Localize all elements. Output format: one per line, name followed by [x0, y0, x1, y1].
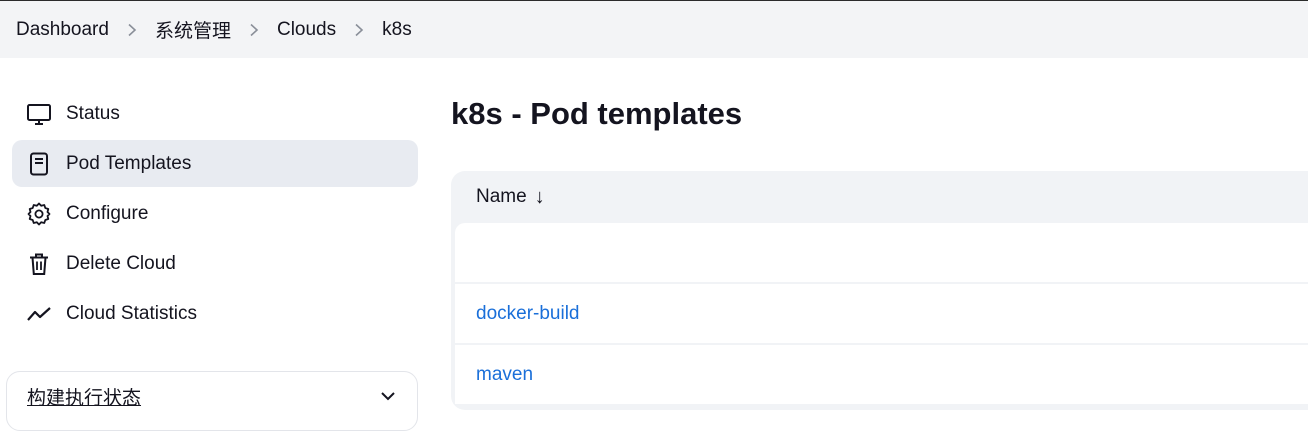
- gear-icon: [26, 201, 52, 227]
- monitor-icon: [26, 101, 52, 127]
- name-column-header[interactable]: Name ↓: [455, 171, 1308, 223]
- sidebar-item-label: Delete Cloud: [66, 252, 176, 274]
- breadcrumb-k8s[interactable]: k8s: [382, 19, 412, 41]
- sidebar-item-delete-cloud[interactable]: Delete Cloud: [12, 240, 418, 287]
- chevron-right-icon: [109, 23, 155, 37]
- breadcrumb-bar: Dashboard 系统管理 Clouds k8s: [0, 0, 1308, 58]
- table-row: docker-build: [455, 284, 1308, 343]
- breadcrumb-system-management[interactable]: 系统管理: [155, 16, 231, 43]
- main-content: k8s - Pod templates Name ↓ docker-build …: [451, 90, 1308, 410]
- sidebar-item-label: Cloud Statistics: [66, 302, 197, 324]
- build-executor-status-link[interactable]: 构建执行状态: [27, 383, 141, 410]
- chevron-down-icon[interactable]: [379, 387, 397, 405]
- sidebar-item-cloud-statistics[interactable]: Cloud Statistics: [12, 290, 418, 337]
- trash-icon: [26, 251, 52, 277]
- page-title: k8s - Pod templates: [451, 96, 743, 131]
- sidebar: Status Pod Templates Configure Delete Cl…: [12, 90, 418, 340]
- pod-template-link[interactable]: docker-build: [476, 303, 580, 325]
- pod-template-link[interactable]: maven: [476, 364, 533, 386]
- sidebar-item-label: Status: [66, 102, 120, 124]
- chevron-right-icon: [231, 23, 277, 37]
- chevron-right-icon: [336, 23, 382, 37]
- pod-templates-table: Name ↓ docker-build maven: [451, 171, 1308, 410]
- table-row: [455, 223, 1308, 282]
- build-executor-status-panel[interactable]: 构建执行状态: [6, 371, 418, 431]
- sidebar-item-pod-templates[interactable]: Pod Templates: [12, 140, 418, 187]
- sidebar-item-status[interactable]: Status: [12, 90, 418, 137]
- column-header-label: Name: [476, 186, 527, 207]
- document-icon: [26, 151, 52, 177]
- sidebar-item-label: Configure: [66, 202, 149, 224]
- sidebar-item-configure[interactable]: Configure: [12, 190, 418, 237]
- sort-arrow-icon: ↓: [534, 185, 545, 208]
- trend-line-icon: [26, 301, 52, 327]
- table-row: maven: [455, 345, 1308, 404]
- sidebar-item-label: Pod Templates: [66, 152, 192, 174]
- breadcrumb-dashboard[interactable]: Dashboard: [16, 19, 109, 41]
- breadcrumb-clouds[interactable]: Clouds: [277, 19, 336, 41]
